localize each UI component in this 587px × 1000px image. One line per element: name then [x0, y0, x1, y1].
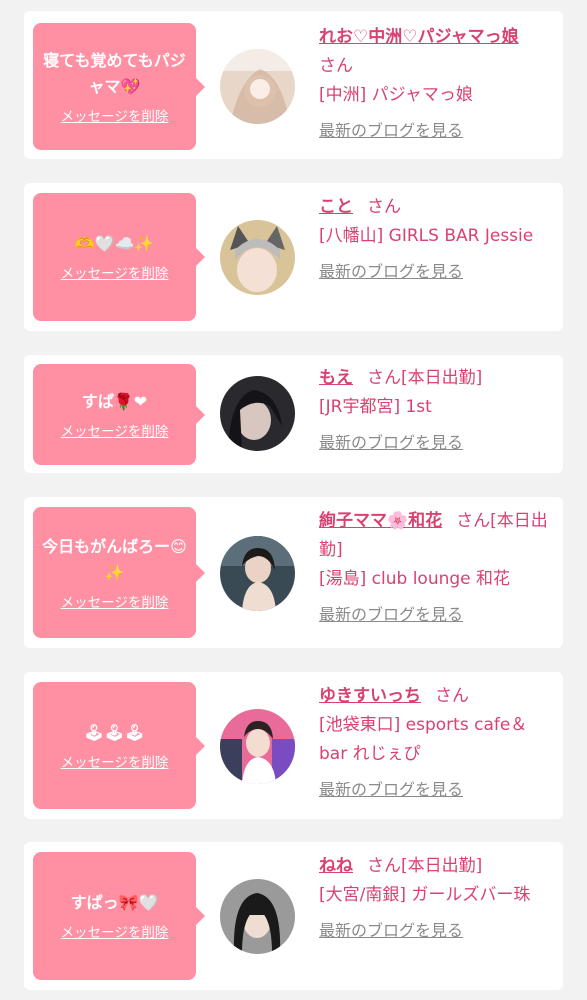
message-bubble: 今日もがんばろー😊✨ メッセージを削除 [33, 507, 205, 638]
message-card: 寝ても覚めてもパジャマ💖 メッセージを削除 れお♡中洲♡パジャマっ娘 さん [中… [24, 11, 563, 159]
message-bubble: 🫶🤍☁️✨ メッセージを削除 [33, 193, 205, 321]
delete-message-link[interactable]: メッセージを削除 [61, 594, 169, 612]
message-card: すぱっ🎀🤍 メッセージを削除 ねね さん[本日出勤] [大宮/南銀] ガールズバー… [24, 842, 563, 990]
avatar[interactable] [220, 49, 295, 124]
message-bubble: すぱ🌹❤ メッセージを削除 [33, 364, 205, 465]
shop-name: [JR宇都宮] 1st [319, 397, 432, 417]
profile-name-link[interactable]: もえ [319, 368, 353, 388]
san-label: さん [367, 368, 401, 388]
message-text: 🕹🕹🕹 [84, 722, 145, 742]
avatar[interactable] [220, 879, 295, 954]
profile-name-link[interactable]: ゆきすいっち [319, 686, 421, 706]
latest-blog-link[interactable]: 最新のブログを見る [319, 600, 463, 629]
san-label: さん [456, 511, 491, 531]
avatar[interactable] [220, 709, 295, 784]
message-card: 今日もがんばろー😊✨ メッセージを削除 絢子ママ🌸和花 さん[本日出勤] [湯島]… [24, 497, 563, 648]
message-card: すぱ🌹❤ メッセージを削除 もえ さん[本日出勤] [JR宇都宮] 1st 最新の… [24, 355, 563, 473]
profile-name-link[interactable]: ねね [319, 856, 353, 876]
profile-name-link[interactable]: れお♡中洲♡パジャマっ娘 [319, 27, 519, 47]
shop-name: [八幡山] GIRLS BAR Jessie [319, 226, 534, 246]
latest-blog-link[interactable]: 最新のブログを見る [319, 428, 463, 457]
san-label: さん [435, 686, 469, 706]
message-text: 今日もがんばろー😊✨ [42, 536, 187, 582]
shop-name: [池袋東口] esports cafe＆bar れじぇぴ [319, 715, 528, 764]
profile-info: もえ さん[本日出勤] [JR宇都宮] 1st 最新のブログを見る [319, 364, 549, 458]
san-label: さん [319, 56, 353, 76]
delete-message-link[interactable]: メッセージを削除 [61, 924, 169, 942]
san-label: さん [367, 197, 401, 217]
message-card: 🫶🤍☁️✨ メッセージを削除 こと さん [八幡山] GIRLS BAR Jess… [24, 183, 563, 331]
profile-info: 絢子ママ🌸和花 さん[本日出勤] [湯島] club lounge 和花 最新のブ… [319, 507, 549, 630]
latest-blog-link[interactable]: 最新のブログを見る [319, 775, 463, 804]
status-badge: [本日出勤] [401, 856, 483, 876]
san-label: さん [367, 856, 401, 876]
latest-blog-link[interactable]: 最新のブログを見る [319, 916, 463, 945]
latest-blog-link[interactable]: 最新のブログを見る [319, 116, 463, 145]
message-text: 寝ても覚めてもパジャマ💖 [43, 50, 186, 96]
latest-blog-link[interactable]: 最新のブログを見る [319, 257, 463, 286]
message-bubble: すぱっ🎀🤍 メッセージを削除 [33, 852, 205, 980]
delete-message-link[interactable]: メッセージを削除 [61, 754, 169, 772]
profile-info: こと さん [八幡山] GIRLS BAR Jessie 最新のブログを見る [319, 193, 549, 287]
avatar[interactable] [220, 220, 295, 295]
message-text: すぱっ🎀🤍 [70, 893, 159, 912]
delete-message-link[interactable]: メッセージを削除 [61, 108, 169, 126]
shop-name: [大宮/南銀] ガールズバー珠 [319, 885, 531, 905]
delete-message-link[interactable]: メッセージを削除 [61, 423, 169, 441]
profile-name-link[interactable]: こと [319, 197, 353, 217]
profile-info: れお♡中洲♡パジャマっ娘 さん [中洲] パジャマっ娘 最新のブログを見る [319, 23, 549, 146]
profile-name-link[interactable]: 絢子ママ🌸和花 [319, 511, 442, 531]
shop-name: [湯島] club lounge 和花 [319, 569, 511, 589]
message-text: 🫶🤍☁️✨ [74, 234, 155, 253]
message-bubble: 🕹🕹🕹 メッセージを削除 [33, 682, 205, 809]
status-badge: [本日出勤] [401, 368, 483, 388]
message-text: すぱ🌹❤ [81, 391, 148, 411]
avatar[interactable] [220, 376, 295, 451]
delete-message-link[interactable]: メッセージを削除 [61, 265, 169, 283]
profile-info: ゆきすいっち さん [池袋東口] esports cafe＆bar れじぇぴ 最新… [319, 682, 549, 805]
avatar[interactable] [220, 536, 295, 611]
message-card: 🕹🕹🕹 メッセージを削除 ゆきすいっち さん [池袋東口] esports caf… [24, 672, 563, 819]
shop-name: [中洲] パジャマっ娘 [319, 85, 473, 105]
profile-info: ねね さん[本日出勤] [大宮/南銀] ガールズバー珠 最新のブログを見る [319, 852, 549, 946]
message-bubble: 寝ても覚めてもパジャマ💖 メッセージを削除 [33, 23, 205, 150]
